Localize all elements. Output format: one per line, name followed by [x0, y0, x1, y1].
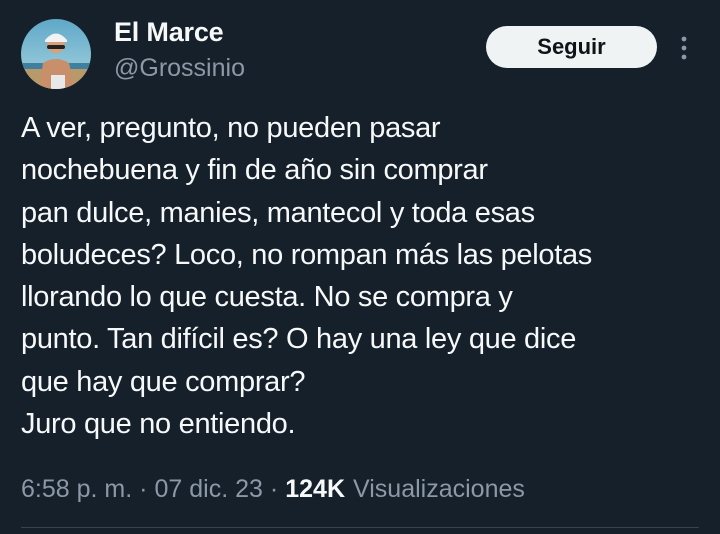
author-handle[interactable]: @Grossinio [114, 54, 245, 83]
tweet-text-line: punto. Tan difícil es? O hay una ley que… [21, 323, 577, 356]
tweet-date[interactable]: 07 dic. 23 [155, 475, 263, 504]
tweet-text-line: A ver, pregunto, no pueden pasar [21, 112, 441, 144]
more-vertical-icon [681, 36, 687, 60]
views-count: 124K [285, 475, 346, 503]
tweet-text: A ver, pregunto, no pueden pasar nochebu… [21, 107, 711, 445]
more-options-button[interactable] [672, 30, 696, 66]
tweet-text-line: Juro que no entiendo. [21, 408, 296, 441]
views-label: Visualizaciones [353, 475, 525, 503]
tweet-text-line: pan dulce, manies, mantecol y toda esas [21, 196, 535, 229]
meta-separator: · [269, 475, 279, 503]
author-name[interactable]: El Marce [114, 17, 224, 48]
tweet-text-line: que hay que comprar? [21, 365, 306, 398]
tweet-meta: 6:58 p. m. · 07 dic. 23 · 124K Visualiza… [21, 475, 525, 504]
tweet-time[interactable]: 6:58 p. m. [21, 475, 132, 504]
avatar[interactable] [21, 19, 91, 89]
tweet-text-line: nochebuena y fin de año sin comprar [21, 154, 488, 187]
meta-separator: · [139, 475, 148, 503]
tweet-card: El Marce @Grossinio Seguir A ver, pregun… [0, 0, 720, 534]
avatar-image [21, 19, 91, 89]
tweet-text-line: llorando lo que cuesta. No se compra y [21, 281, 513, 314]
tweet-text-line: boludeces? Loco, no rompan más las pelot… [21, 238, 592, 271]
follow-button[interactable]: Seguir [486, 26, 657, 68]
divider [21, 527, 699, 528]
